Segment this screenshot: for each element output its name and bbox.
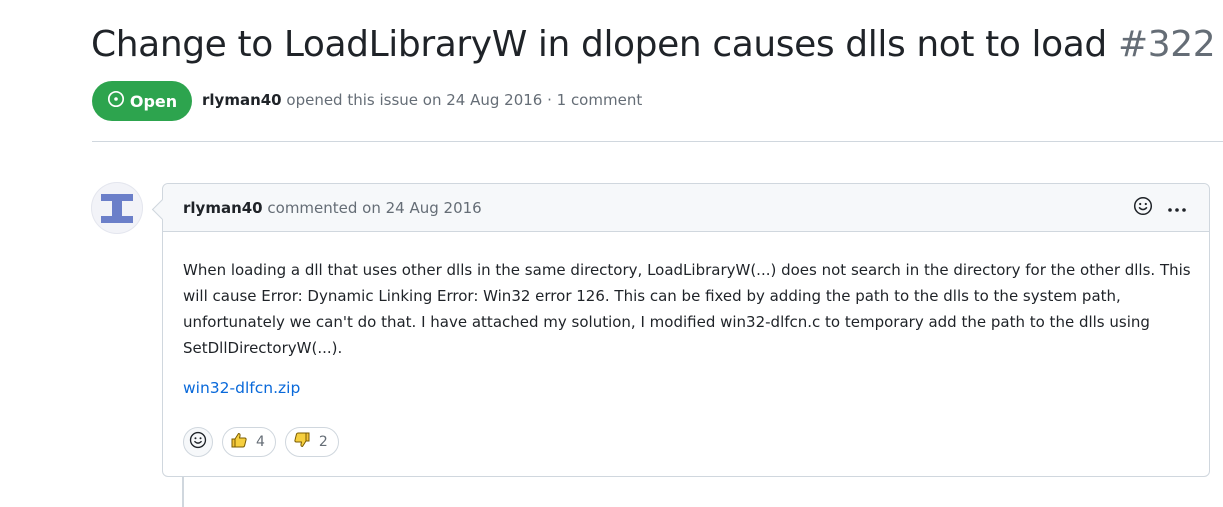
thumbs-up-icon [230, 431, 248, 453]
smiley-icon[interactable] [1133, 196, 1153, 220]
comment-meta-text: commented on 24 Aug 2016 [262, 198, 482, 217]
issue-title-text: Change to LoadLibraryW in dlopen causes … [91, 24, 1107, 65]
issue-opened-icon [107, 90, 125, 112]
thumbs-down-icon [293, 431, 311, 453]
smiley-icon [189, 431, 207, 453]
add-reaction-button[interactable] [183, 427, 213, 457]
comment-author-link[interactable]: rlyman40 [183, 199, 263, 217]
reaction-thumbs-down-button[interactable]: 2 [284, 427, 339, 457]
reactions-bar: 4 2 [183, 427, 339, 457]
reaction-thumbs-down-count: 2 [318, 434, 328, 450]
issue-title: Change to LoadLibraryW in dlopen causes … [91, 24, 1216, 65]
issue-state-badge: Open [92, 81, 192, 121]
comment-actions [1133, 184, 1187, 232]
avatar[interactable] [91, 182, 143, 234]
reaction-thumbs-up-button[interactable]: 4 [222, 427, 276, 457]
issue-author-link[interactable]: rlyman40 [202, 91, 282, 109]
issue-state-label: Open [129, 91, 178, 111]
comment-header: rlyman40 commented on 24 Aug 2016 [163, 184, 1209, 232]
issue-meta: rlyman40 opened this issue on 24 Aug 201… [202, 91, 642, 109]
attachment-link[interactable]: win32-dlfcn.zip [183, 379, 300, 397]
header-divider [92, 141, 1223, 142]
issue-meta-text: opened this issue on 24 Aug 2016 · 1 com… [281, 91, 643, 109]
kebab-menu-icon[interactable] [1167, 199, 1187, 217]
reaction-thumbs-up-count: 4 [256, 434, 265, 450]
comment-meta: rlyman40 commented on 24 Aug 2016 [183, 199, 482, 217]
comment-box: rlyman40 commented on 24 Aug 2016 When l… [162, 183, 1210, 477]
comment-body: When loading a dll that uses other dlls … [183, 261, 1191, 357]
issue-number: #322 [1117, 24, 1216, 65]
